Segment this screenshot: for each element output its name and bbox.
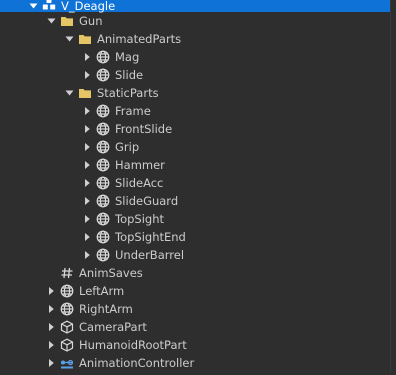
folder-icon [78,86,92,100]
model-icon [42,0,56,11]
tree-row[interactable]: LeftArm [0,282,391,300]
tree-item-label: FrontSlide [115,122,173,136]
tree-item-label: SlideAcc [115,176,164,190]
collapse-arrow-right-icon[interactable] [82,120,92,138]
tree-item-label: HumanoidRootPart [79,338,187,352]
tree-row[interactable]: AnimSaves [0,264,391,282]
tree-row[interactable]: UnderBarrel [0,246,391,264]
tree-row-selected[interactable]: V_Deagle [0,0,391,12]
meshpart-icon [96,158,110,172]
tree-item-label: RightArm [79,302,133,316]
tree-item-label: Frame [115,104,151,118]
tree-row[interactable]: Grip [0,138,391,156]
tree-row[interactable]: Hammer [0,156,391,174]
collapse-arrow-right-icon[interactable] [82,246,92,264]
tree-item-label: LeftArm [79,284,125,298]
tree-row[interactable]: AnimationController [0,354,391,372]
tree-row[interactable]: FrontSlide [0,120,391,138]
collapse-arrow-right-icon[interactable] [46,300,56,318]
folder-icon [78,32,92,46]
tree-row[interactable]: Gun [0,12,391,30]
tree-item-label: Slide [115,68,144,82]
tree-row[interactable]: TopSightEnd [0,228,391,246]
tree-row[interactable]: Mag [0,48,391,66]
tree-item-label: UnderBarrel [115,248,185,262]
collapse-arrow-right-icon[interactable] [82,228,92,246]
numbervalue-icon [60,266,74,280]
tree-item-label: TopSight [115,212,164,226]
part-icon [60,320,74,334]
tree-row[interactable]: Slide [0,66,391,84]
collapse-arrow-right-icon[interactable] [46,336,56,354]
collapse-arrow-right-icon[interactable] [46,354,56,372]
tree-row[interactable]: AnimatedParts [0,30,391,48]
tree-row[interactable]: Frame [0,102,391,120]
tree-row[interactable]: SlideAcc [0,174,391,192]
collapse-arrow-right-icon[interactable] [82,48,92,66]
tree-row[interactable]: StaticParts [0,84,391,102]
expand-arrow-down-icon[interactable] [46,12,56,30]
meshpart-icon [96,176,110,190]
meshpart-icon [96,230,110,244]
tree-row[interactable]: CameraPart [0,318,391,336]
tree-item-label: TopSightEnd [115,230,186,244]
collapse-arrow-right-icon[interactable] [82,174,92,192]
tree-item-label: Grip [115,140,140,154]
collapse-arrow-right-icon[interactable] [82,102,92,120]
meshpart-icon [96,194,110,208]
tree-item-label: CameraPart [79,320,147,334]
expand-arrow-down-icon[interactable] [64,30,74,48]
explorer-tree: V_Deagle Gun AnimatedParts Mag Slide StaticPa… [0,0,391,372]
tree-item-label: Gun [79,14,103,28]
tree-item-label: V_Deagle [61,0,116,13]
collapse-arrow-right-icon[interactable] [46,318,56,336]
part-icon [60,338,74,352]
tree-item-label: AnimatedParts [97,32,182,46]
tree-row[interactable]: TopSight [0,210,391,228]
tree-item-label: StaticParts [97,86,159,100]
expand-arrow-down-icon[interactable] [28,0,38,12]
meshpart-icon [96,140,110,154]
meshpart-icon [60,302,74,316]
tree-item-label: SlideGuard [115,194,179,208]
meshpart-icon [96,122,110,136]
meshpart-icon [60,284,74,298]
collapse-arrow-right-icon[interactable] [82,192,92,210]
explorer-scrollbar[interactable] [390,0,396,372]
tree-item-label: AnimSaves [79,266,143,280]
collapse-arrow-right-icon[interactable] [82,210,92,228]
tree-item-label: Hammer [115,158,165,172]
tree-row[interactable]: HumanoidRootPart [0,336,391,354]
collapse-arrow-right-icon[interactable] [46,282,56,300]
folder-icon [60,14,74,28]
collapse-arrow-right-icon[interactable] [82,138,92,156]
animationcontroller-icon [60,356,74,370]
tree-item-label: Mag [115,50,140,64]
meshpart-icon [96,104,110,118]
meshpart-icon [96,248,110,262]
meshpart-icon [96,50,110,64]
meshpart-icon [96,68,110,82]
collapse-arrow-right-icon[interactable] [82,156,92,174]
meshpart-icon [96,212,110,226]
collapse-arrow-right-icon[interactable] [82,66,92,84]
tree-item-label: AnimationController [79,356,195,370]
tree-row[interactable]: SlideGuard [0,192,391,210]
expand-arrow-down-icon[interactable] [64,84,74,102]
tree-row[interactable]: RightArm [0,300,391,318]
